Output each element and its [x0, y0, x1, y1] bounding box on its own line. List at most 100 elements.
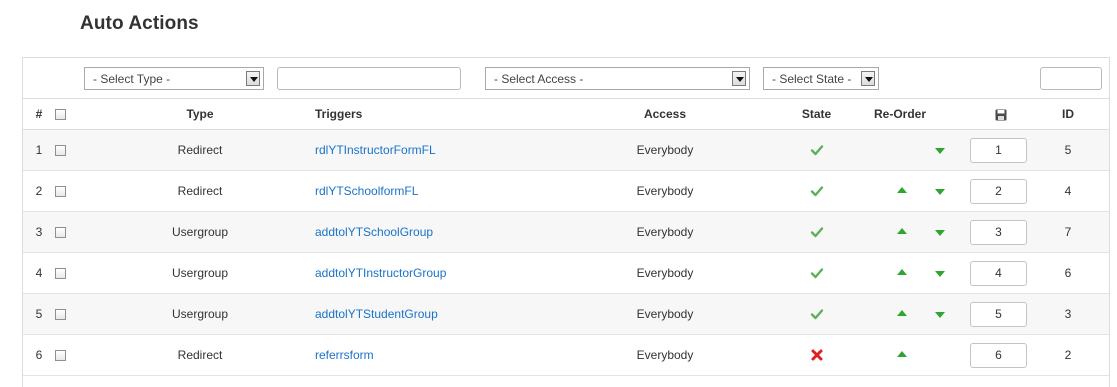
actions-table: # Type Triggers Access State Re-Order ID… [23, 99, 1109, 376]
published-check-icon[interactable] [809, 224, 825, 238]
row-trigger-link[interactable]: rdlYTSchoolformFL [315, 184, 418, 198]
move-down-icon[interactable] [935, 271, 945, 277]
move-up-icon[interactable] [897, 228, 907, 234]
row-reorder-cell [878, 170, 975, 212]
move-down-icon[interactable] [935, 148, 945, 154]
row-checkbox[interactable] [55, 309, 66, 321]
row-check-cell [55, 334, 85, 376]
table-row: 1 Redirect rdlYTInstructorFormFL Everybody 1… [23, 129, 1109, 171]
row-order-cell: 1 [970, 129, 1027, 171]
row-order-cell: 6 [970, 334, 1027, 376]
row-reorder-cell [878, 129, 975, 171]
col-triggers[interactable]: Triggers [315, 99, 575, 130]
row-access: Everybody [575, 129, 755, 171]
order-input[interactable]: 1 [970, 137, 1027, 163]
row-access: Everybody [575, 211, 755, 253]
row-type: Redirect [85, 170, 315, 212]
row-type: Usergroup [85, 252, 315, 294]
published-check-icon[interactable] [809, 265, 825, 279]
type-filter-value: - Select Type - [93, 72, 171, 86]
access-filter-select[interactable]: - Select Access - [485, 67, 750, 90]
row-check-cell [55, 252, 85, 294]
chevron-down-icon [861, 71, 875, 86]
row-number: 5 [23, 293, 55, 335]
table-header-row: # Type Triggers Access State Re-Order ID [23, 99, 1109, 130]
check-all-checkbox[interactable] [55, 109, 66, 121]
move-up-icon[interactable] [897, 269, 907, 275]
row-state-cell [755, 293, 878, 335]
order-input[interactable]: 3 [970, 219, 1027, 245]
col-num[interactable]: # [23, 99, 55, 130]
row-id: 4 [1027, 170, 1109, 212]
row-trigger-link[interactable]: addtolYTSchoolGroup [315, 225, 433, 239]
row-trigger-cell: addtolYTStudentGroup [315, 293, 575, 335]
save-icon[interactable] [995, 109, 1007, 121]
page-title: Auto Actions [80, 13, 199, 34]
row-id: 7 [1027, 211, 1109, 253]
table-row: 2 Redirect rdlYTSchoolformFL Everybody 2 4 [23, 170, 1109, 212]
move-up-icon[interactable] [897, 187, 907, 193]
move-down-icon[interactable] [935, 230, 945, 236]
move-down-icon[interactable] [935, 312, 945, 318]
row-check-cell [55, 211, 85, 253]
col-type[interactable]: Type [85, 99, 315, 130]
table-row: 4 Usergroup addtolYTInstructorGroup Everybo… [23, 252, 1109, 294]
row-access: Everybody [575, 293, 755, 335]
col-save-order [975, 99, 1027, 130]
row-check-cell [55, 129, 85, 171]
move-up-icon[interactable] [897, 310, 907, 316]
row-trigger-link[interactable]: referrsform [315, 348, 374, 362]
row-type: Redirect [85, 129, 315, 171]
row-checkbox[interactable] [55, 268, 66, 280]
published-check-icon[interactable] [809, 306, 825, 320]
table-row: 5 Usergroup addtolYTStudentGroup Everybody 5… [23, 293, 1109, 335]
row-reorder-cell [878, 334, 975, 376]
chevron-down-icon [246, 71, 260, 86]
col-reorder[interactable]: Re-Order [874, 99, 975, 130]
state-filter-value: - Select State - [772, 72, 852, 86]
row-type: Usergroup [85, 211, 315, 253]
move-up-icon[interactable] [897, 351, 907, 357]
order-input[interactable]: 6 [970, 342, 1027, 368]
row-trigger-cell: rdlYTSchoolformFL [315, 170, 575, 212]
table-row: 6 Redirect referrsform Everybody 6 2 [23, 334, 1109, 376]
row-order-cell: 3 [970, 211, 1027, 253]
row-state-cell [755, 170, 878, 212]
row-checkbox[interactable] [55, 145, 66, 157]
row-trigger-cell: addtolYTSchoolGroup [315, 211, 575, 253]
row-id: 5 [1027, 129, 1109, 171]
row-state-cell [755, 252, 878, 294]
order-input[interactable]: 5 [970, 301, 1027, 327]
col-reorder-label: Re-Order [874, 107, 927, 121]
col-state[interactable]: State [755, 99, 878, 130]
row-access: Everybody [575, 252, 755, 294]
row-trigger-link[interactable]: addtolYTInstructorGroup [315, 266, 446, 280]
col-access[interactable]: Access [575, 99, 755, 130]
row-access: Everybody [575, 334, 755, 376]
row-reorder-cell [878, 252, 975, 294]
row-checkbox[interactable] [55, 227, 66, 239]
order-input[interactable]: 2 [970, 178, 1027, 204]
row-state-cell [755, 211, 878, 253]
search-input[interactable] [277, 67, 461, 90]
row-type: Redirect [85, 334, 315, 376]
published-check-icon[interactable] [809, 142, 825, 156]
col-id[interactable]: ID [1027, 99, 1109, 130]
row-order-cell: 4 [970, 252, 1027, 294]
row-check-cell [55, 170, 85, 212]
state-filter-select[interactable]: - Select State - [763, 67, 879, 90]
move-down-icon[interactable] [935, 189, 945, 195]
row-checkbox[interactable] [55, 186, 66, 198]
row-trigger-link[interactable]: addtolYTStudentGroup [315, 307, 438, 321]
actions-panel: - Select Type - - Select Access - - Sele… [22, 57, 1110, 387]
limit-input[interactable] [1040, 67, 1102, 90]
order-input[interactable]: 4 [970, 260, 1027, 286]
type-filter-select[interactable]: - Select Type - [84, 67, 264, 90]
row-checkbox[interactable] [55, 350, 66, 362]
row-id: 3 [1027, 293, 1109, 335]
unpublished-cross-icon[interactable] [809, 347, 825, 361]
published-check-icon[interactable] [809, 183, 825, 197]
row-reorder-cell [878, 211, 975, 253]
row-order-cell: 2 [970, 170, 1027, 212]
row-trigger-link[interactable]: rdlYTInstructorFormFL [315, 143, 436, 157]
